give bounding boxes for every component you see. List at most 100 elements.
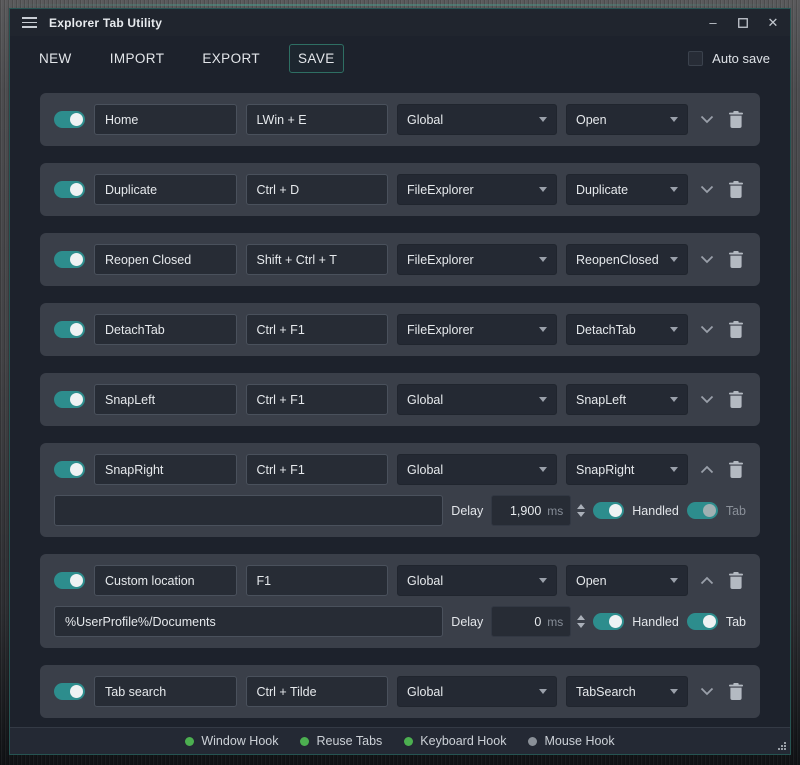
expand-collapse-button[interactable] <box>697 458 717 482</box>
caret-down-icon <box>670 689 678 694</box>
expand-collapse-button[interactable] <box>697 680 717 704</box>
name-input[interactable] <box>94 454 237 485</box>
action-select[interactable]: TabSearch <box>566 676 688 707</box>
enabled-toggle[interactable] <box>54 391 85 408</box>
hotkey-input[interactable] <box>246 244 389 275</box>
expand-collapse-button[interactable] <box>697 248 717 272</box>
spinner-arrows[interactable] <box>577 615 585 628</box>
action-select[interactable]: DetachTab <box>566 314 688 345</box>
spinner-down-icon[interactable] <box>577 623 585 628</box>
action-select[interactable]: Open <box>566 565 688 596</box>
action-select[interactable]: SnapRight <box>566 454 688 485</box>
spinner-up-icon[interactable] <box>577 615 585 620</box>
action-select[interactable]: Open <box>566 104 688 135</box>
delete-button[interactable] <box>726 318 746 342</box>
name-input[interactable] <box>94 314 237 345</box>
hotkey-input[interactable] <box>246 174 389 205</box>
enabled-toggle[interactable] <box>54 683 85 700</box>
caret-down-icon <box>539 257 547 262</box>
delete-button[interactable] <box>726 178 746 202</box>
delete-button[interactable] <box>726 248 746 272</box>
export-button[interactable]: EXPORT <box>193 44 269 73</box>
window-controls: – ✕ <box>698 9 788 36</box>
scope-select[interactable]: FileExplorer <box>397 244 557 275</box>
delete-button[interactable] <box>726 108 746 132</box>
scope-select[interactable]: Global <box>397 104 557 135</box>
hotkey-input[interactable] <box>246 454 389 485</box>
name-input[interactable] <box>94 244 237 275</box>
action-select[interactable]: SnapLeft <box>566 384 688 415</box>
minimize-button[interactable]: – <box>698 9 728 36</box>
scope-select-value: Global <box>407 463 533 477</box>
status-label: Window Hook <box>201 734 278 748</box>
handled-toggle[interactable] <box>593 613 624 630</box>
save-button[interactable]: SAVE <box>289 44 344 73</box>
enabled-toggle[interactable] <box>54 251 85 268</box>
action-select[interactable]: ReopenClosed <box>566 244 688 275</box>
toggle-knob-icon <box>609 504 622 517</box>
toggle-knob-icon <box>70 463 83 476</box>
delete-button[interactable] <box>726 458 746 482</box>
scope-select[interactable]: Global <box>397 454 557 485</box>
name-input[interactable] <box>94 565 237 596</box>
enabled-toggle[interactable] <box>54 181 85 198</box>
enabled-toggle[interactable] <box>54 461 85 478</box>
import-button[interactable]: IMPORT <box>101 44 174 73</box>
expand-collapse-button[interactable] <box>697 569 717 593</box>
name-input[interactable] <box>94 384 237 415</box>
toggle-knob-icon <box>70 574 83 587</box>
name-input[interactable] <box>94 174 237 205</box>
auto-save-checkbox[interactable] <box>688 51 703 66</box>
scope-select[interactable]: FileExplorer <box>397 174 557 205</box>
scope-select[interactable]: Global <box>397 384 557 415</box>
scope-select[interactable]: Global <box>397 676 557 707</box>
handled-toggle-label: Handled <box>632 615 679 629</box>
delete-button[interactable] <box>726 680 746 704</box>
tab-toggle[interactable] <box>687 613 718 630</box>
hamburger-menu-icon[interactable] <box>22 17 37 28</box>
hotkey-list: Global Open <box>10 80 790 727</box>
scope-select-value: Global <box>407 113 533 127</box>
maximize-button[interactable] <box>728 9 758 36</box>
spinner-up-icon[interactable] <box>577 504 585 509</box>
hotkey-input[interactable] <box>246 104 389 135</box>
new-button[interactable]: NEW <box>30 44 81 73</box>
enabled-toggle[interactable] <box>54 321 85 338</box>
caret-down-icon <box>670 187 678 192</box>
scope-select[interactable]: FileExplorer <box>397 314 557 345</box>
hotkey-input[interactable] <box>246 676 389 707</box>
enabled-toggle[interactable] <box>54 111 85 128</box>
scope-select[interactable]: Global <box>397 565 557 596</box>
delay-spinner[interactable]: 1,900 ms <box>491 495 571 526</box>
delay-value: 0 <box>534 615 541 629</box>
maximize-icon <box>738 18 748 28</box>
resize-grip-icon[interactable] <box>775 739 787 751</box>
hotkey-input[interactable] <box>246 314 389 345</box>
delete-button[interactable] <box>726 388 746 412</box>
spinner-down-icon[interactable] <box>577 512 585 517</box>
name-input[interactable] <box>94 104 237 135</box>
location-input[interactable] <box>54 495 443 526</box>
titlebar[interactable]: Explorer Tab Utility – ✕ <box>10 9 790 36</box>
handled-toggle[interactable] <box>593 502 624 519</box>
spinner-arrows[interactable] <box>577 504 585 517</box>
expand-collapse-button[interactable] <box>697 108 717 132</box>
tab-toggle-label: Tab <box>726 504 746 518</box>
name-input[interactable] <box>94 676 237 707</box>
auto-save-label: Auto save <box>712 51 770 66</box>
enabled-toggle[interactable] <box>54 572 85 589</box>
action-select-value: Open <box>576 574 664 588</box>
tab-toggle[interactable] <box>687 502 718 519</box>
delete-button[interactable] <box>726 569 746 593</box>
close-button[interactable]: ✕ <box>758 9 788 36</box>
hotkey-input[interactable] <box>246 384 389 415</box>
delay-spinner[interactable]: 0 ms <box>491 606 571 637</box>
location-input[interactable] <box>54 606 443 637</box>
desktop-background: Explorer Tab Utility – ✕ NEW IMPORT EXPO… <box>0 0 800 765</box>
expand-collapse-button[interactable] <box>697 318 717 342</box>
hotkey-input[interactable] <box>246 565 389 596</box>
action-select[interactable]: Duplicate <box>566 174 688 205</box>
hotkey-row-main: FileExplorer Duplicate <box>54 174 746 205</box>
expand-collapse-button[interactable] <box>697 178 717 202</box>
expand-collapse-button[interactable] <box>697 388 717 412</box>
